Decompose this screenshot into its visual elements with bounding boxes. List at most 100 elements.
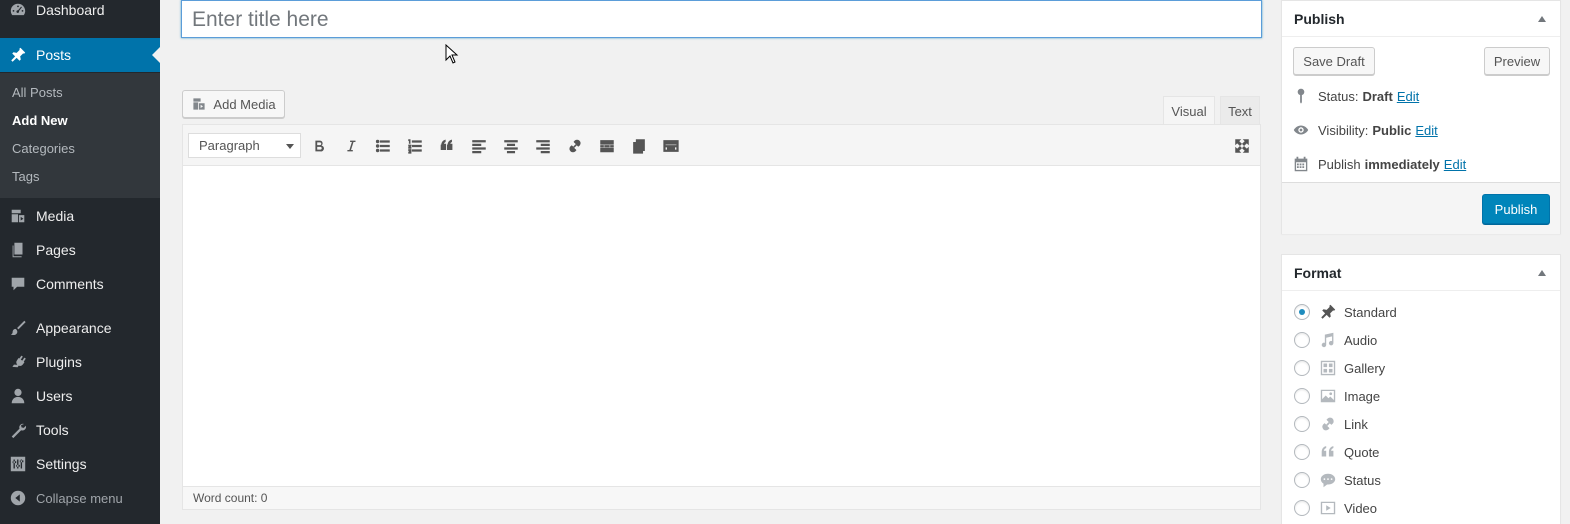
collapse-arrow-icon [8,488,28,508]
wrench-icon [8,420,28,440]
fullscreen-button[interactable] [1230,134,1254,158]
format-radio-video[interactable] [1294,500,1310,516]
status-edit-link[interactable]: Edit [1397,89,1419,104]
settings-sliders-icon [8,454,28,474]
status-row: Status: Draft Edit [1292,86,1419,106]
editor-content-area[interactable] [183,166,1260,487]
pin-icon [1297,88,1305,104]
menu-pages-label: Pages [36,242,76,258]
format-option-standard[interactable]: Standard [1294,302,1397,322]
tab-visual[interactable]: Visual [1163,96,1215,125]
format-label-status: Status [1344,472,1381,488]
format-box-header: Format [1282,255,1560,291]
menu-posts-label: Posts [36,47,72,63]
add-media-icon [193,98,206,110]
menu-plugins-label: Plugins [36,354,82,370]
format-radio-image[interactable] [1294,388,1310,404]
preview-button[interactable]: Preview [1484,47,1550,75]
format-label-standard: Standard [1344,304,1397,320]
insert-link-button[interactable] [563,134,587,158]
submenu-add-new[interactable]: Add New [12,113,68,128]
post-title-input[interactable] [181,0,1262,38]
editor-status-bar: Word count: 0 [183,486,1260,509]
word-count: Word count: 0 [193,491,268,505]
align-left-button[interactable] [467,134,491,158]
numbered-list-button[interactable] [403,134,427,158]
bold-button[interactable] [307,134,331,158]
menu-tools[interactable]: Tools [0,413,160,447]
menu-appearance[interactable]: Appearance [0,311,160,345]
schedule-label: Publish [1318,156,1361,172]
eye-icon [1293,125,1309,135]
admin-sidebar: Dashboard Posts All Posts Add New Catego… [0,0,160,524]
link-icon [569,139,581,153]
content-editor: Paragraph Word count: 0 [182,124,1261,510]
format-box-title: Format [1294,264,1342,281]
menu-plugins[interactable]: Plugins [0,345,160,379]
submenu-tags[interactable]: Tags [12,169,39,184]
toolbar-toggle-icon [633,139,645,154]
format-radio-gallery[interactable] [1294,360,1310,376]
format-option-status[interactable]: Status [1294,470,1381,490]
status-value: Draft [1362,88,1393,104]
format-label-quote: Quote [1344,444,1380,460]
menu-collapse[interactable]: Collapse menu [0,481,160,515]
publish-box-header: Publish [1282,1,1560,37]
menu-comments[interactable]: Comments [0,267,160,301]
toolbar-toggle-button[interactable] [659,134,683,158]
add-media-button[interactable]: Add Media [182,90,285,118]
menu-dashboard[interactable]: Dashboard [0,0,160,27]
numbered-list-icon [408,139,422,154]
tab-text[interactable]: Text [1220,96,1260,125]
paragraph-format-select[interactable]: Paragraph [188,133,301,158]
menu-settings[interactable]: Settings [0,447,160,481]
format-option-image[interactable]: Image [1294,386,1380,406]
quote-icon [440,139,453,151]
music-note-icon [1318,330,1338,350]
bold-icon [315,140,324,152]
publish-button[interactable]: Publish [1482,194,1550,224]
menu-media-label: Media [36,208,75,224]
menu-tools-label: Tools [36,422,69,438]
submenu-all-posts[interactable]: All Posts [12,85,63,100]
save-draft-button[interactable]: Save Draft [1293,47,1375,75]
add-media-label: Add Media [213,96,276,112]
visibility-edit-link[interactable]: Edit [1415,123,1437,138]
format-option-audio[interactable]: Audio [1294,330,1377,350]
blockquote-button[interactable] [435,134,459,158]
read-more-icon [600,140,614,153]
format-option-video[interactable]: Video [1294,498,1377,518]
submenu-categories[interactable]: Categories [12,141,75,156]
distraction-free-button[interactable] [627,134,651,158]
format-label-gallery: Gallery [1344,360,1386,376]
format-label-link: Link [1344,416,1368,432]
format-radio-quote[interactable] [1294,444,1310,460]
schedule-edit-link[interactable]: Edit [1444,157,1466,172]
menu-settings-label: Settings [36,456,87,472]
editor-toolbar: Paragraph [183,125,1260,166]
format-radio-standard[interactable] [1294,304,1310,320]
format-option-quote[interactable]: Quote [1294,442,1379,462]
format-select-value: Paragraph [199,138,260,153]
menu-users[interactable]: Users [0,379,160,413]
link-icon [1318,414,1338,434]
format-radio-link[interactable] [1294,416,1310,432]
format-radio-status[interactable] [1294,472,1310,488]
align-center-button[interactable] [499,134,523,158]
menu-dashboard-label: Dashboard [36,2,105,18]
menu-comments-label: Comments [36,276,104,292]
menu-media[interactable]: Media [0,199,160,233]
dropdown-caret-icon [286,144,294,149]
menu-posts[interactable]: Posts [0,38,160,72]
format-radio-audio[interactable] [1294,332,1310,348]
image-icon [1318,386,1338,406]
collapse-toggle-icon[interactable] [1538,270,1546,276]
read-more-button[interactable] [595,134,619,158]
italic-button[interactable] [339,134,363,158]
align-right-button[interactable] [531,134,555,158]
format-option-link[interactable]: Link [1294,414,1368,434]
menu-pages[interactable]: Pages [0,233,160,267]
bullet-list-button[interactable] [371,134,395,158]
collapse-toggle-icon[interactable] [1538,16,1546,22]
format-option-gallery[interactable]: Gallery [1294,358,1385,378]
